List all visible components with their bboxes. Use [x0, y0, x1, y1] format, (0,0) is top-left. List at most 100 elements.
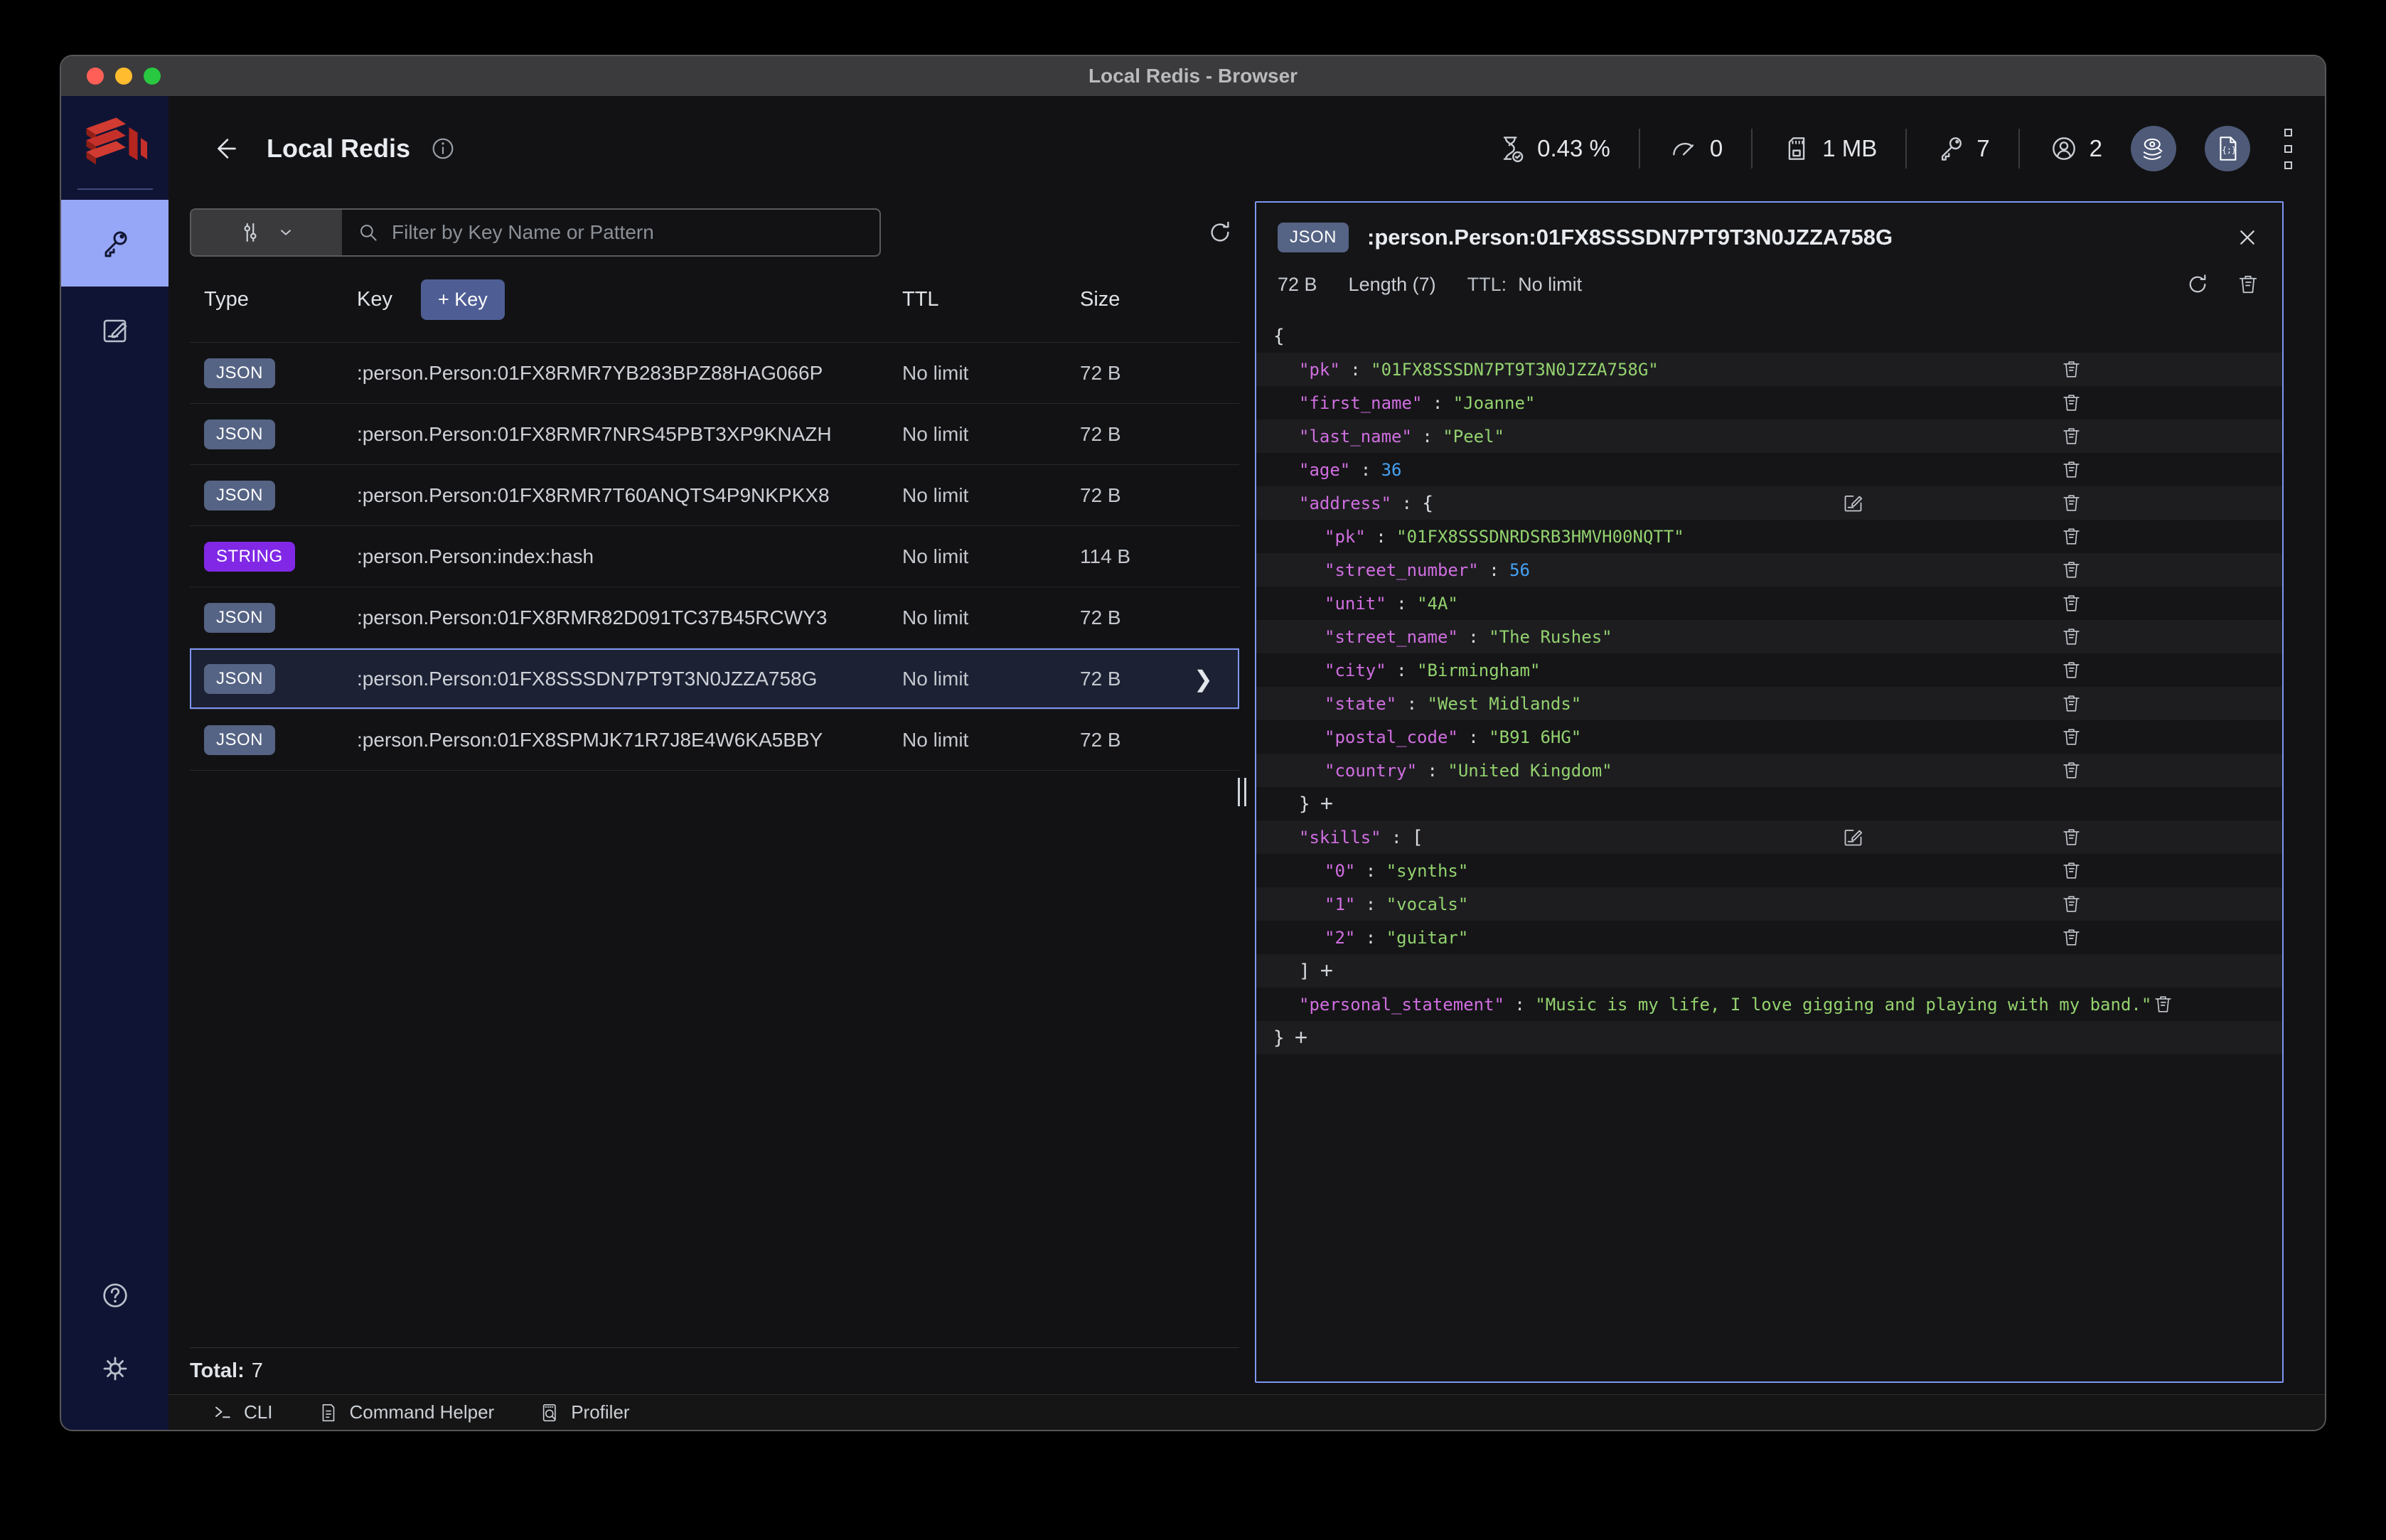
- detail-key-name: :person.Person:01FX8SSSDN7PT9T3N0JZZA758…: [1367, 225, 1893, 250]
- memory-card-icon: [1781, 133, 1812, 164]
- refresh-keys-button[interactable]: [1205, 218, 1235, 247]
- detail-meta: 72 B Length (7) TTL: No limit: [1256, 252, 2282, 311]
- detail-size: 72 B: [1278, 273, 1317, 295]
- document-icon: [318, 1402, 339, 1423]
- sidebar-item-settings[interactable]: [98, 1352, 132, 1386]
- delete-key-button[interactable]: [2235, 272, 2261, 297]
- cpu-value: 0.43 %: [1537, 135, 1610, 161]
- detail-type-badge: JSON: [1278, 223, 1349, 252]
- db-analysis-button[interactable]: [2131, 126, 2176, 171]
- key-type-badge: JSON: [204, 358, 276, 388]
- add-field-button[interactable]: +: [1295, 1025, 1308, 1051]
- key-name: :person.Person:01FX8RMR82D091TC37B45RCWY…: [357, 606, 828, 629]
- key-type-filter-dropdown[interactable]: [191, 210, 342, 255]
- keys-table-header: Type Key + Key TTL Size: [190, 257, 1239, 342]
- help-icon: [99, 1279, 132, 1312]
- json-key: "age": [1299, 459, 1351, 480]
- json-open-bracket: [: [1411, 826, 1423, 848]
- stat-divider: [1751, 129, 1753, 169]
- stat-divider: [1905, 129, 1908, 169]
- json-value: "vocals": [1386, 894, 1469, 914]
- key-type-badge: JSON: [204, 602, 276, 633]
- key-size: 72 B: [1080, 483, 1121, 506]
- detail-ttl-value: No limit: [1518, 273, 1583, 295]
- json-key: "state": [1325, 693, 1397, 714]
- json-value: "Joanne": [1453, 392, 1536, 413]
- key-row[interactable]: JSON :person.Person:01FX8RMR7T60ANQTS4P9…: [190, 464, 1239, 525]
- json-key: "first_name": [1299, 392, 1423, 413]
- sidebar-item-workbench[interactable]: [61, 287, 168, 373]
- key-row[interactable]: STRING :person.Person:index:hash No limi…: [190, 525, 1239, 587]
- minimize-window-button[interactable]: [115, 68, 132, 85]
- key-row[interactable]: JSON :person.Person:01FX8RMR82D091TC37B4…: [190, 587, 1239, 648]
- key-ttl: No limit: [902, 606, 969, 629]
- json-key: "postal_code": [1325, 727, 1458, 747]
- column-ttl: TTL: [902, 287, 939, 311]
- terminal-icon: [213, 1402, 234, 1423]
- profiler-icon: [540, 1402, 561, 1423]
- search-icon: [356, 220, 380, 245]
- key-type-badge: JSON: [204, 663, 276, 694]
- json-key: "city": [1325, 660, 1386, 680]
- bottom-toolbar: CLI Command Helper Profiler: [168, 1394, 2325, 1430]
- key-ttl: No limit: [902, 728, 969, 751]
- ops-stat: 0: [1669, 133, 1723, 164]
- svg-text:{;}: {;}: [2222, 145, 2237, 155]
- back-button[interactable]: [210, 132, 242, 165]
- add-key-button[interactable]: + Key: [420, 279, 505, 320]
- add-field-button[interactable]: +: [1320, 791, 1334, 817]
- key-name: :person.Person:01FX8RMR7NRS45PBT3XP9KNAZ…: [357, 422, 832, 445]
- key-size: 72 B: [1080, 606, 1121, 629]
- json-value: "B91 6HG": [1489, 727, 1582, 747]
- database-title: Local Redis: [267, 134, 411, 163]
- json-value: "synths": [1386, 860, 1469, 881]
- json-key: "country": [1325, 760, 1418, 781]
- key-row[interactable]: JSON :person.Person:01FX8SSSDN7PT9T3N0JZ…: [190, 648, 1239, 709]
- clients-value: 2: [2089, 135, 2102, 161]
- panel-resize-handle[interactable]: [1238, 778, 1246, 806]
- json-key: "pk": [1299, 359, 1340, 380]
- key-search-input[interactable]: [392, 221, 865, 244]
- db-stats: 0.43 % 0 1 MB 7 2 {;}: [1496, 126, 2292, 171]
- window-title: Local Redis - Browser: [1088, 65, 1298, 87]
- sidebar-item-browser[interactable]: [61, 200, 168, 287]
- key-count-icon: [1935, 133, 1967, 164]
- json-key: "pk": [1325, 526, 1366, 547]
- zoom-window-button[interactable]: [144, 68, 161, 85]
- bulk-actions-button[interactable]: {;}: [2205, 126, 2250, 171]
- refresh-value-button[interactable]: [2184, 271, 2211, 298]
- key-filter-box: [190, 208, 881, 257]
- key-size: 72 B: [1080, 728, 1121, 751]
- cli-button[interactable]: CLI: [213, 1401, 272, 1423]
- workbench-edit-icon: [98, 313, 132, 347]
- command-helper-button[interactable]: Command Helper: [318, 1401, 494, 1423]
- add-field-button[interactable]: +: [1320, 958, 1334, 984]
- info-icon[interactable]: [429, 134, 457, 163]
- key-type-badge: JSON: [204, 724, 276, 755]
- key-ttl: No limit: [902, 545, 969, 567]
- json-value: "West Midlands": [1427, 693, 1582, 714]
- json-value: "4A": [1417, 593, 1458, 614]
- key-ttl: No limit: [902, 422, 969, 445]
- keys-table: JSON :person.Person:01FX8RMR7YB283BPZ88H…: [190, 342, 1239, 771]
- more-menu-button[interactable]: [2284, 128, 2292, 169]
- json-tree: : { +: [1256, 311, 2282, 1381]
- sidebar-item-help[interactable]: [99, 1279, 132, 1312]
- close-window-button[interactable]: [87, 68, 104, 85]
- key-row[interactable]: JSON :person.Person:01FX8RMR7NRS45PBT3XP…: [190, 403, 1239, 464]
- delete-field-button[interactable]: [2151, 953, 2282, 1056]
- key-size: 72 B: [1080, 667, 1121, 690]
- cpu-stat: 0.43 %: [1496, 133, 1610, 164]
- nav-sidebar: [61, 96, 168, 1430]
- edit-field-button[interactable]: [1841, 786, 2047, 889]
- stream-analysis-icon: [2139, 134, 2168, 164]
- key-name: :person.Person:01FX8SPMJK71R7J8E4W6KA5BB…: [357, 728, 823, 751]
- profiler-button[interactable]: Profiler: [540, 1401, 630, 1423]
- key-row[interactable]: JSON :person.Person:01FX8RMR7YB283BPZ88H…: [190, 342, 1239, 403]
- close-panel-button[interactable]: [2234, 224, 2261, 251]
- json-close-bracket: ]: [1299, 960, 1310, 982]
- key-row[interactable]: JSON :person.Person:01FX8SPMJK71R7J8E4W6…: [190, 709, 1239, 770]
- json-key: "1": [1325, 894, 1356, 914]
- chevron-down-icon: [277, 223, 295, 242]
- edit-field-button[interactable]: [1841, 451, 2047, 555]
